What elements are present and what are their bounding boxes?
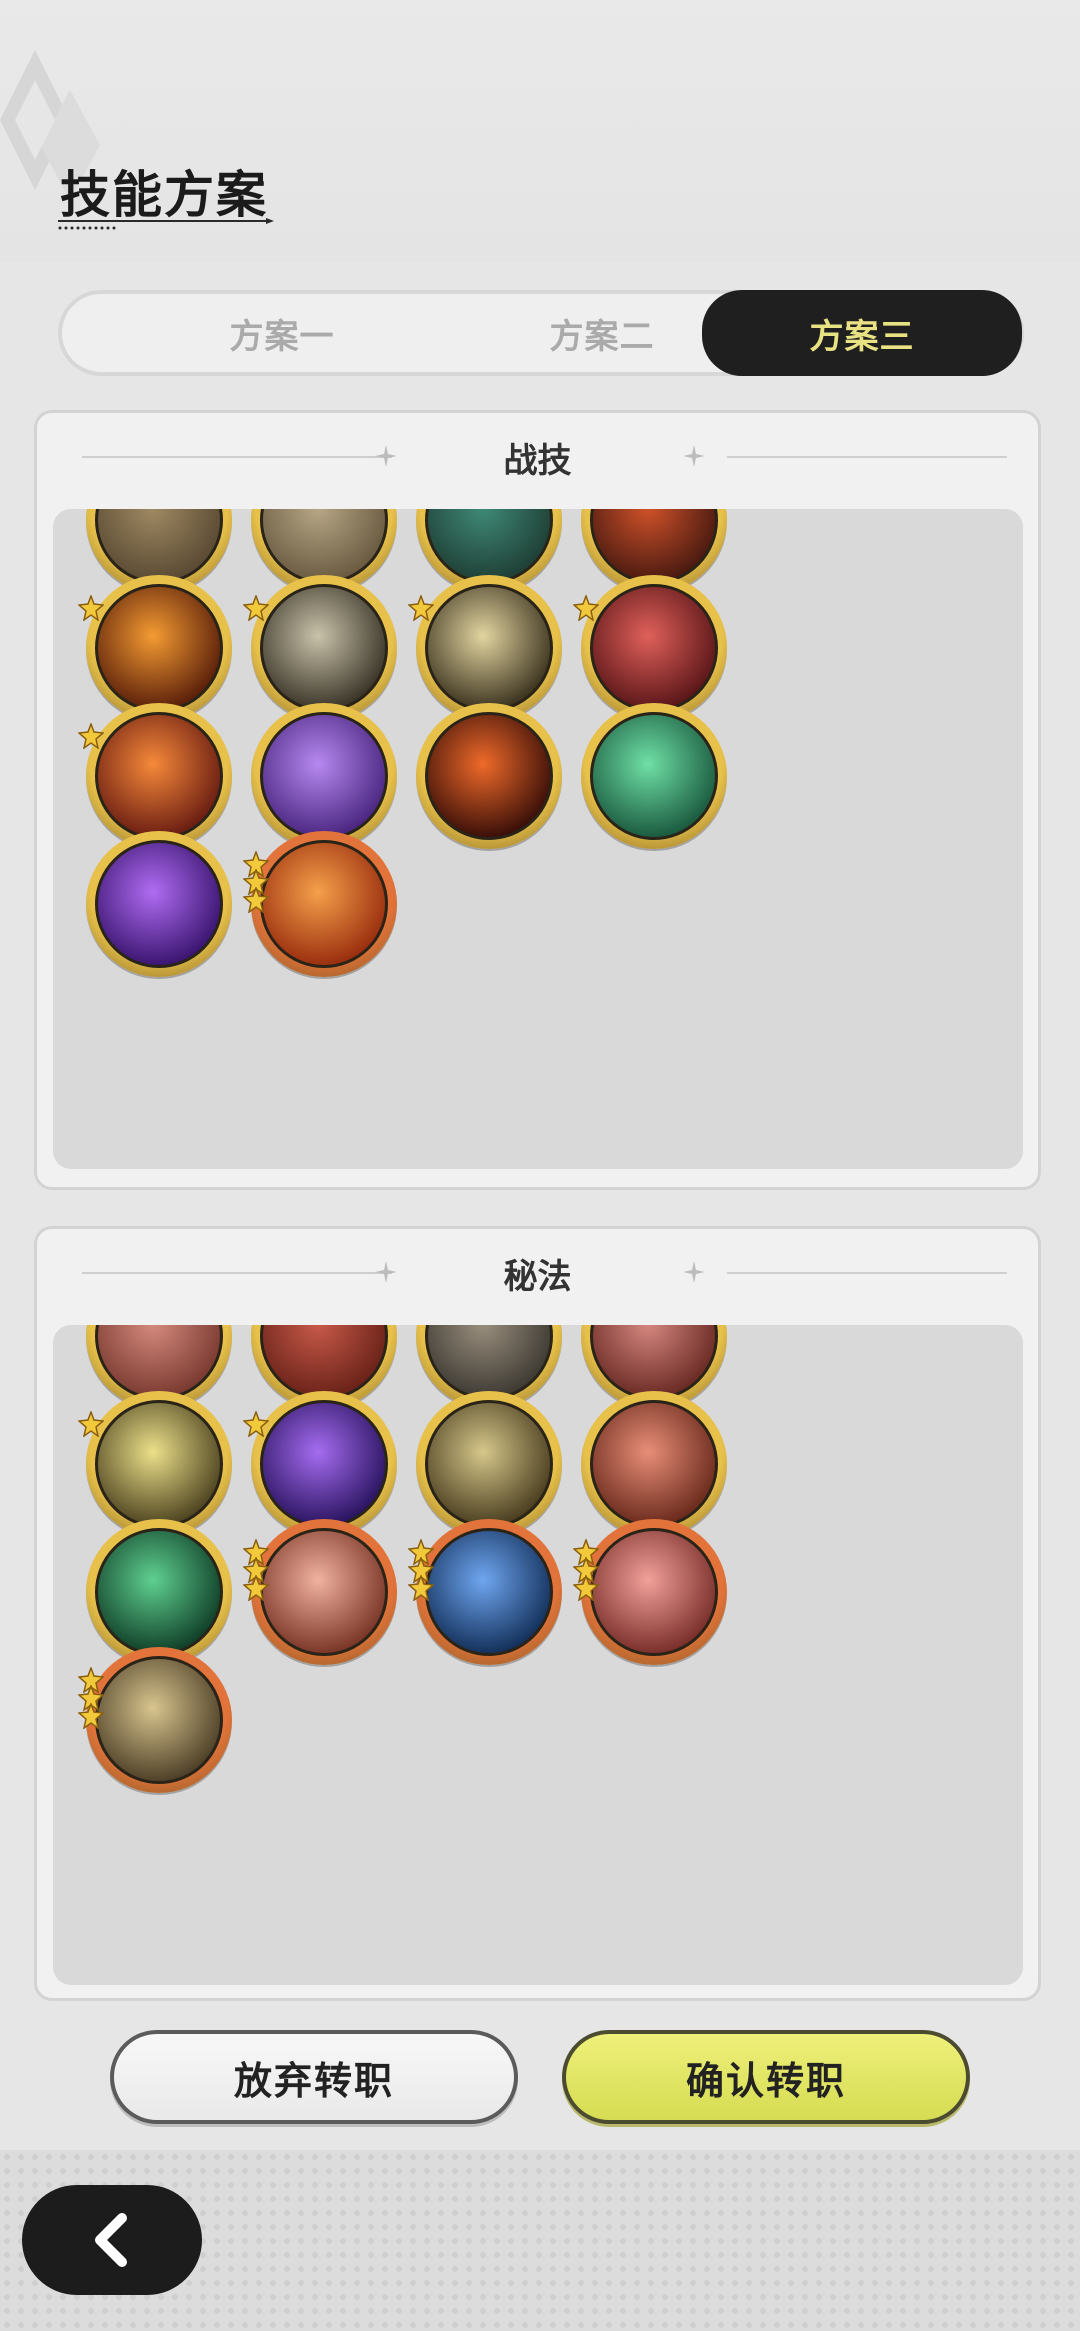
purple-ghost-skill-icon[interactable] — [86, 831, 232, 977]
skill-art — [260, 1400, 388, 1528]
skill-art — [425, 1400, 553, 1528]
rank-stars — [243, 1411, 273, 1437]
blue-crystal-skill-icon[interactable] — [408, 1519, 562, 1665]
star-icon — [573, 595, 599, 621]
star-icon — [243, 1575, 269, 1601]
rank-stars — [408, 595, 438, 621]
combat-skills-panel: 战技 — [34, 410, 1041, 1190]
skill-art — [590, 584, 718, 712]
shield-figure-skill-icon[interactable] — [78, 1647, 232, 1793]
page-title: 技能方案 — [60, 166, 268, 224]
fire-sweep-skill-icon[interactable] — [78, 703, 232, 849]
skill-art — [95, 1400, 223, 1528]
star-icon — [78, 723, 104, 749]
skill-art — [95, 1528, 223, 1656]
star-icon — [78, 1411, 104, 1437]
back-button[interactable] — [22, 2185, 202, 2295]
rank-stars — [573, 595, 603, 621]
rose-magic-skill-icon[interactable] — [251, 703, 397, 849]
rank-stars — [243, 595, 273, 621]
divider-line — [727, 456, 1007, 458]
star-icon — [573, 1575, 599, 1601]
star-icon — [243, 887, 269, 913]
panel-header: 秘法 — [37, 1229, 1038, 1317]
sword-raise-skill-icon[interactable] — [573, 575, 727, 721]
skill-art — [590, 1400, 718, 1528]
star-icon — [243, 1411, 269, 1437]
skill-art — [95, 840, 223, 968]
star-icon — [408, 595, 434, 621]
rank-stars — [78, 723, 108, 749]
gold-aura-skill-icon[interactable] — [78, 1391, 232, 1537]
skill-art — [260, 584, 388, 712]
sparkle-icon — [683, 445, 705, 467]
skill-art — [95, 1656, 223, 1784]
skill-art — [425, 584, 553, 712]
star-icon — [78, 1703, 104, 1729]
red-armor-skill-icon[interactable] — [581, 1391, 727, 1537]
star-icon — [243, 595, 269, 621]
fire-crescent-skill-icon[interactable] — [416, 703, 562, 849]
rank-stars — [78, 595, 108, 621]
eye-skill-icon[interactable] — [416, 1391, 562, 1537]
skill-art — [425, 1528, 553, 1656]
chevron-left-icon — [95, 2213, 127, 2267]
skill-art — [95, 584, 223, 712]
panel-header: 战技 — [37, 413, 1038, 501]
rank-stars — [408, 1539, 438, 1601]
lightning-slash-skill-icon[interactable] — [408, 575, 562, 721]
sparkle-icon — [683, 1261, 705, 1283]
fire-figure-skill-icon[interactable] — [243, 831, 397, 977]
tab-plan-three[interactable]: 方案三 — [702, 290, 1022, 376]
pink-flower-skill-icon[interactable] — [573, 1519, 727, 1665]
skill-art — [260, 1528, 388, 1656]
purple-flame-skill-icon[interactable] — [243, 1391, 397, 1537]
green-leaf-skill-icon[interactable] — [86, 1519, 232, 1665]
rank-stars — [243, 1539, 273, 1601]
skill-art — [260, 840, 388, 968]
wind-slash-skill-icon[interactable] — [243, 575, 397, 721]
secret-skill-grid — [53, 1325, 1023, 1985]
skill-art — [590, 1528, 718, 1656]
combat-skill-grid — [53, 509, 1023, 1169]
green-tornado-skill-icon[interactable] — [581, 703, 727, 849]
pink-swirl-skill-icon[interactable] — [243, 1519, 397, 1665]
rank-stars — [78, 1411, 108, 1437]
rank-stars — [78, 1667, 108, 1729]
tab-plan-one[interactable]: 方案一 — [122, 294, 442, 372]
secret-arts-panel: 秘法 — [34, 1226, 1041, 2001]
abandon-class-change-button[interactable]: 放弃转职 — [110, 2030, 518, 2124]
skill-art — [260, 712, 388, 840]
rank-stars — [573, 1539, 603, 1601]
header: 技能方案 — [0, 0, 1080, 262]
star-icon — [408, 1575, 434, 1601]
confirm-class-change-button[interactable]: 确认转职 — [562, 2030, 970, 2124]
skill-art — [95, 712, 223, 840]
plan-tabs: 方案一 方案二 方案三 — [58, 290, 1024, 376]
rank-stars — [243, 851, 273, 913]
title-underline — [58, 218, 274, 230]
fire-orb-skill-icon[interactable] — [78, 575, 232, 721]
divider-line — [727, 1272, 1007, 1274]
skill-art — [425, 712, 553, 840]
star-icon — [78, 595, 104, 621]
skill-art — [590, 712, 718, 840]
